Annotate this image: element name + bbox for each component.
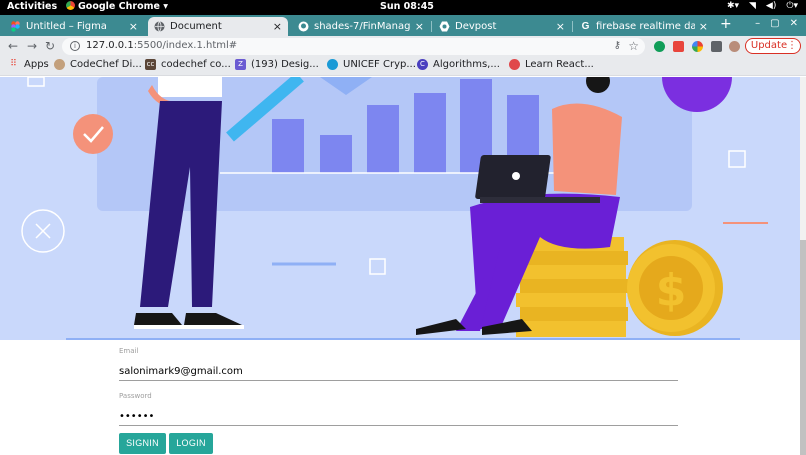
close-tab-icon[interactable]: × [129, 20, 138, 33]
tab-devpost[interactable]: Devpost × [433, 17, 571, 36]
password-field[interactable] [119, 408, 678, 426]
scrollbar-thumb[interactable] [800, 240, 806, 455]
login-button[interactable]: LOGIN [169, 433, 213, 454]
tab-figma[interactable]: Untitled – Figma × [4, 17, 144, 36]
codechef-icon [54, 59, 65, 70]
app-name: Google Chrome [78, 1, 160, 12]
power-icon[interactable]: ⏻▾ [786, 1, 798, 11]
coin-stacks: $ [516, 237, 723, 337]
extensions-puzzle-icon[interactable] [711, 41, 722, 52]
bookmark-label: Algorithms,... [433, 59, 500, 70]
dollar-sign-icon: $ [656, 265, 687, 316]
close-window-icon[interactable]: ✕ [790, 18, 798, 29]
new-tab-button[interactable]: + [720, 16, 732, 32]
tab-title: firebase realtime datab [596, 21, 695, 32]
github-icon [298, 21, 309, 32]
codechef-icon: cc [145, 59, 156, 70]
bookmark-design[interactable]: Z (193) Desig... [235, 59, 319, 70]
chart-bar [272, 119, 304, 173]
bookmark-label: CodeChef Di... [70, 59, 142, 70]
bluetooth-icon[interactable]: ✱▾ [727, 1, 739, 11]
tab-strip: Untitled – Figma × Document × shades-7/F… [0, 15, 806, 36]
tab-separator [572, 21, 573, 32]
unicef-icon [327, 59, 338, 70]
url-host: 127.0.0.1 [86, 40, 134, 51]
chart-bar [367, 105, 399, 173]
key-icon[interactable]: ⚷ [614, 40, 621, 51]
maximize-icon[interactable]: ▢ [770, 18, 779, 29]
info-icon[interactable]: i [70, 41, 80, 51]
close-tab-icon[interactable]: × [699, 20, 708, 33]
tab-title: Document [170, 21, 222, 32]
z-icon: Z [235, 59, 246, 70]
checkmark-circle [73, 114, 113, 154]
colorzilla-extension-icon[interactable] [692, 41, 703, 52]
bookmark-codechef-di[interactable]: CodeChef Di... [54, 59, 142, 70]
tab-separator [431, 21, 432, 32]
tab-firebase[interactable]: G firebase realtime datab × [574, 17, 714, 36]
signin-button[interactable]: SIGNIN [119, 433, 166, 454]
bookmark-star-icon[interactable]: ☆ [628, 39, 639, 53]
close-tab-icon[interactable]: × [273, 20, 282, 33]
bookmark-label: Apps [24, 59, 49, 70]
update-button[interactable]: Update [745, 38, 801, 54]
close-tab-icon[interactable]: × [415, 20, 424, 33]
password-label: Password [119, 392, 152, 400]
page-viewport: $ Email Password SIGNIN LOGIN [0, 77, 806, 455]
react-icon [509, 59, 520, 70]
close-tab-icon[interactable]: × [556, 20, 565, 33]
volume-icon[interactable]: ◀) [766, 1, 776, 11]
google-icon: G [581, 21, 590, 32]
chart-bar [414, 93, 446, 173]
chrome-icon [66, 1, 75, 10]
clock[interactable]: Sun 08:45 [380, 1, 434, 12]
chart-bar [320, 135, 352, 173]
coursera-icon: C [417, 59, 428, 70]
globe-icon [154, 21, 165, 32]
update-label: Update [750, 40, 788, 51]
figma-icon [10, 21, 21, 32]
bookmark-label: UNICEF Cryp... [343, 59, 416, 70]
app-menu[interactable]: Google Chrome ▾ [66, 1, 168, 12]
tab-title: Untitled – Figma [26, 21, 107, 32]
system-top-bar: Activities Google Chrome ▾ Sun 08:45 ✱▾ … [0, 0, 806, 15]
bookmark-apps[interactable]: ⠿ Apps [8, 59, 49, 70]
bookmark-label: Learn React... [525, 59, 594, 70]
tab-github[interactable]: shades-7/FinManage: M × [292, 17, 430, 36]
reload-icon[interactable]: ↻ [45, 39, 55, 53]
bookmark-label: (193) Desig... [251, 59, 319, 70]
url-path: :5500/index.1.html# [133, 40, 238, 51]
hero-illustration: $ [0, 77, 800, 340]
address-bar[interactable]: i 127.0.0.1:5500/index.1.html# ⚷ ☆ [62, 38, 645, 55]
avatar[interactable] [729, 41, 740, 52]
bookmark-label: codechef co... [161, 59, 231, 70]
tab-title: shades-7/FinManage: M [314, 21, 411, 32]
bookmark-algorithms[interactable]: C Algorithms,... [417, 59, 500, 70]
window-controls: – ▢ ✕ [755, 18, 798, 29]
tab-title: Devpost [455, 21, 497, 32]
extension-icon[interactable] [673, 41, 684, 52]
bookmark-codechef-co[interactable]: cc codechef co... [145, 59, 231, 70]
bookmarks-bar: ⠿ Apps CodeChef Di... cc codechef co... Z (… [0, 57, 806, 76]
grammarly-extension-icon[interactable] [654, 41, 665, 52]
email-label: Email [119, 347, 139, 355]
system-tray[interactable]: ✱▾ ◥ ◀) ⏻▾ [727, 1, 798, 11]
minimize-icon[interactable]: – [755, 18, 760, 29]
apps-grid-icon: ⠿ [10, 59, 17, 69]
back-icon[interactable]: ← [8, 39, 18, 53]
email-field[interactable] [119, 363, 678, 381]
wifi-icon[interactable]: ◥ [749, 1, 756, 11]
tab-document[interactable]: Document × [148, 17, 288, 36]
activities-button[interactable]: Activities [7, 1, 57, 12]
bookmark-learn-react[interactable]: Learn React... [509, 59, 594, 70]
forward-icon[interactable]: → [27, 39, 37, 53]
url-text[interactable]: 127.0.0.1:5500/index.1.html# [86, 40, 237, 51]
browser-toolbar: ← → ↻ i 127.0.0.1:5500/index.1.html# ⚷ ☆… [0, 36, 806, 57]
bookmark-unicef[interactable]: UNICEF Cryp... [327, 59, 416, 70]
devpost-icon [439, 21, 450, 32]
